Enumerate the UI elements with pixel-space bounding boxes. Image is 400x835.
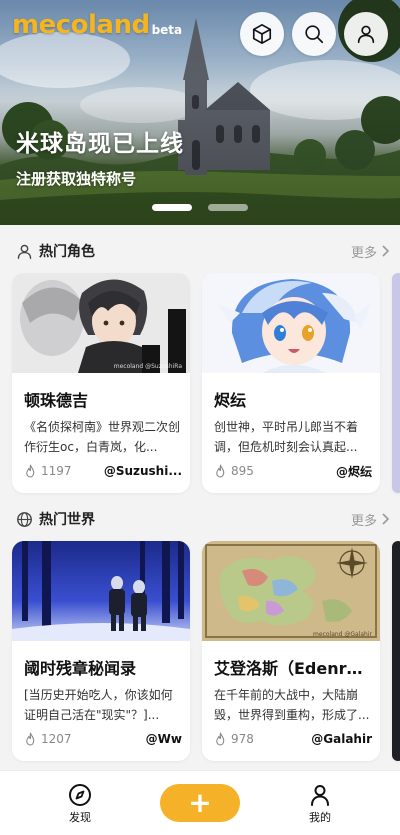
- user-icon: [357, 25, 375, 44]
- world-card[interactable]: 阈时残章秘闻录 [当历史开始吃人，你该如何证明自己活在"现实"？]... 120…: [12, 541, 190, 761]
- section-header-hot-characters: 热门角色 更多: [16, 240, 390, 262]
- chevron-right-icon: [382, 513, 390, 525]
- beta-badge: beta: [151, 23, 183, 37]
- popularity-count: 1197: [24, 464, 72, 478]
- likes-value: 1197: [41, 464, 72, 478]
- card-author[interactable]: @烬纭: [336, 463, 372, 480]
- card-author[interactable]: @Ww: [146, 732, 182, 746]
- plus-icon: +: [188, 786, 212, 819]
- cube-button[interactable]: [240, 12, 284, 56]
- card-description: 创世神，平时吊儿郎当不着调，但危机时刻会认真起...: [214, 420, 359, 454]
- world-image: mecoland @Galahir: [202, 541, 380, 641]
- popularity-count: 978: [214, 732, 254, 746]
- card-title: 阈时残章秘闻录: [24, 659, 137, 678]
- profile-button[interactable]: [344, 12, 388, 56]
- chevron-right-icon: [382, 245, 390, 257]
- flame-icon: [26, 732, 35, 746]
- bottom-navigation: 发现 + 我的: [0, 770, 400, 835]
- character-image: mecoland @SuzushiRa: [12, 273, 190, 373]
- compass-icon: [69, 784, 91, 806]
- likes-value: 1207: [41, 732, 72, 746]
- cube-icon: [252, 24, 272, 44]
- popularity-count: 895: [214, 464, 254, 478]
- nav-mine[interactable]: 我的: [290, 783, 350, 825]
- more-label: 更多: [350, 513, 377, 529]
- create-button[interactable]: +: [160, 784, 240, 822]
- card-description: 在千年前的大战中，大陆崩毁，世界得到重构，形成了...: [214, 688, 370, 722]
- card-title: 艾登洛斯（Edenros...: [214, 659, 372, 678]
- nav-discover-label: 发现: [69, 811, 91, 824]
- section-title: 热门角色: [39, 244, 95, 260]
- character-card[interactable]: mecoland @SuzushiRa 顿珠德吉 《名侦探柯南》世界观二次创作衍…: [12, 273, 190, 493]
- world-card[interactable]: mecoland @Galahir 艾登洛斯（Edenros... 在千年前的大…: [202, 541, 380, 761]
- search-button[interactable]: [292, 12, 336, 56]
- image-watermark: mecoland @Galahir: [313, 631, 372, 638]
- more-link-worlds[interactable]: 更多: [351, 510, 390, 529]
- section-title: 热门世界: [39, 512, 95, 528]
- popularity-count: 1207: [24, 732, 72, 746]
- nav-mine-label: 我的: [309, 811, 331, 824]
- carousel-indicator[interactable]: [152, 204, 248, 211]
- card-description: 《名侦探柯南》世界观二次创作衍生oc，白青岚，化...: [24, 420, 181, 454]
- section-header-hot-worlds: 热门世界 更多: [16, 508, 390, 530]
- card-description: [当历史开始吃人，你该如何证明自己活在"现实"？]...: [24, 688, 173, 722]
- carousel-dot-2[interactable]: [208, 204, 248, 211]
- flame-icon: [216, 464, 225, 478]
- person-icon: [17, 244, 32, 259]
- world-card-peek[interactable]: [392, 541, 400, 761]
- card-title: 顿珠德吉: [24, 391, 89, 410]
- flame-icon: [26, 464, 35, 478]
- flame-icon: [216, 732, 225, 746]
- brand-logo[interactable]: mecoland beta: [12, 10, 182, 40]
- carousel-dot-1[interactable]: [152, 204, 192, 211]
- more-label: 更多: [350, 245, 377, 261]
- likes-value: 978: [231, 732, 254, 746]
- user-icon: [311, 785, 329, 806]
- character-image: [202, 273, 380, 373]
- hero-banner[interactable]: mecoland beta 米球岛现已上线 注册获取独特称号: [0, 0, 400, 225]
- character-card[interactable]: 烬纭 创世神，平时吊儿郎当不着调，但危机时刻会认真起... 895 @烬纭: [202, 273, 380, 493]
- character-card-peek[interactable]: [392, 273, 400, 493]
- hero-title: 米球岛现已上线: [16, 131, 184, 157]
- card-author[interactable]: @Suzushi...: [104, 464, 182, 478]
- card-author[interactable]: @Galahir: [311, 732, 372, 746]
- logo-text: mecoland: [12, 10, 150, 40]
- card-title: 烬纭: [214, 391, 247, 410]
- likes-value: 895: [231, 464, 254, 478]
- search-icon: [305, 25, 324, 44]
- image-watermark: mecoland @SuzushiRa: [113, 363, 182, 370]
- globe-icon: [17, 511, 32, 527]
- world-image: [12, 541, 190, 641]
- hero-subtitle: 注册获取独特称号: [16, 170, 137, 188]
- nav-discover[interactable]: 发现: [50, 783, 110, 825]
- more-link-characters[interactable]: 更多: [351, 242, 390, 261]
